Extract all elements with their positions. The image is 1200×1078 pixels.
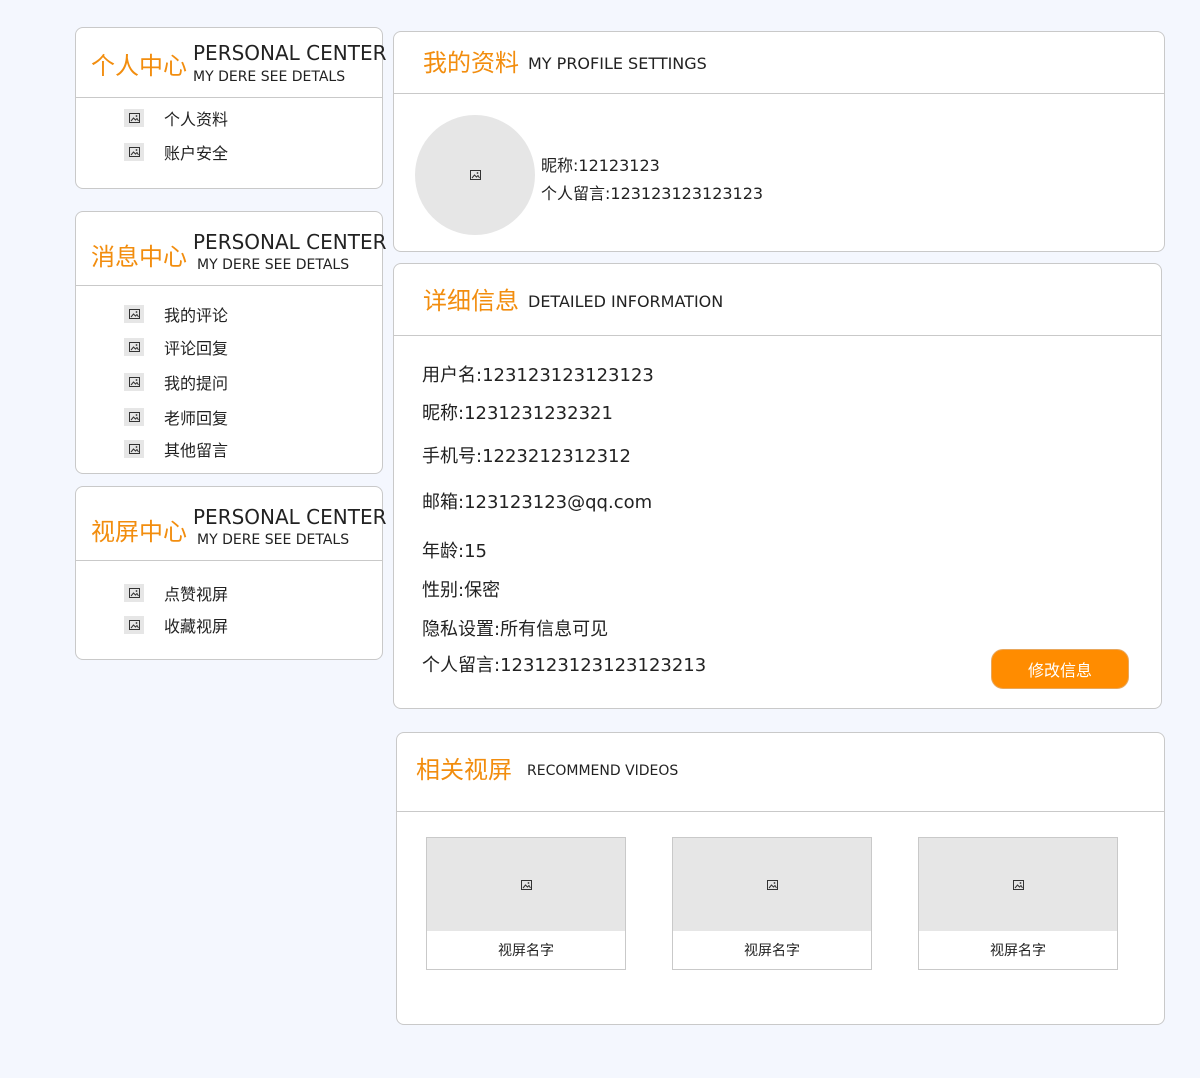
avatar[interactable] (415, 115, 535, 235)
detail-age: 年龄:15 (422, 541, 487, 562)
video-center-header: 视屏中心 PERSONAL CENTER MY DERE SEE DETALS (76, 487, 387, 561)
sidebar-item-label: 其他留言 (164, 441, 229, 460)
sidebar-item-teacher-replies[interactable]: 老师回复 (124, 406, 228, 428)
video-name[interactable]: 视屏名字 (427, 931, 625, 969)
profile-title-en: MY PROFILE SETTINGS (528, 54, 707, 73)
image-icon (766, 879, 778, 890)
video-name[interactable]: 视屏名字 (919, 931, 1117, 969)
message-center-title-en: PERSONAL CENTER (193, 230, 387, 254)
video-name[interactable]: 视屏名字 (673, 931, 871, 969)
video-thumbnail[interactable] (919, 838, 1117, 931)
edit-info-button[interactable]: 修改信息 (991, 649, 1129, 689)
video-center-subtitle: MY DERE SEE DETALS (197, 532, 350, 548)
image-icon (124, 616, 144, 634)
sidebar-item-label: 我的评论 (164, 306, 229, 325)
detail-message: 个人留言:123123123123123213 (422, 655, 707, 676)
detail-phone: 手机号:1223212312312 (422, 446, 631, 467)
sidebar-item-other-messages[interactable]: 其他留言 (124, 438, 228, 460)
image-icon (124, 408, 144, 426)
personal-center-title: 个人中心 (91, 52, 187, 80)
image-icon (124, 373, 144, 391)
sidebar-item-label: 老师回复 (164, 409, 229, 428)
detail-username: 用户名:123123123123123 (422, 365, 654, 386)
sidebar-item-my-questions[interactable]: 我的提问 (124, 371, 228, 393)
sidebar-item-liked-videos[interactable]: 点赞视屏 (124, 582, 228, 604)
personal-center-header: 个人中心 PERSONAL CENTER MY DERE SEE DETALS (76, 28, 387, 98)
image-icon (1012, 879, 1024, 890)
sidebar-item-label: 账户安全 (164, 144, 229, 163)
video-center-title-en: PERSONAL CENTER (193, 505, 387, 529)
video-card[interactable]: 视屏名字 (918, 837, 1118, 970)
personal-center-subtitle: MY DERE SEE DETALS (193, 69, 346, 85)
sidebar-item-favorite-videos[interactable]: 收藏视屏 (124, 614, 228, 636)
video-thumbnail[interactable] (673, 838, 871, 931)
personal-center-title-en: PERSONAL CENTER (193, 41, 387, 65)
recommend-title-en: RECOMMEND VIDEOS (527, 763, 679, 779)
image-icon (469, 170, 481, 180)
sidebar-item-label: 评论回复 (164, 339, 229, 358)
image-icon (124, 143, 144, 161)
recommend-panel: 相关视屏 RECOMMEND VIDEOS 视屏名字 视屏名字 视屏名字 (396, 732, 1165, 1025)
sidebar-item-label: 点赞视屏 (164, 585, 229, 604)
sidebar-item-my-comments[interactable]: 我的评论 (124, 303, 228, 325)
profile-panel: 我的资料 MY PROFILE SETTINGS 昵称:12123123 个人留… (393, 31, 1165, 252)
profile-header: 我的资料 MY PROFILE SETTINGS (394, 32, 1164, 94)
personal-center-panel: 个人中心 PERSONAL CENTER MY DERE SEE DETALS … (75, 27, 387, 189)
message-center-subtitle: MY DERE SEE DETALS (197, 257, 350, 273)
details-header: 详细信息 DETAILED INFORMATION (394, 264, 1161, 336)
image-icon (124, 584, 144, 602)
details-title: 详细信息 (423, 287, 519, 315)
image-icon (124, 109, 144, 127)
details-title-en: DETAILED INFORMATION (528, 292, 724, 311)
detail-email: 邮箱:123123123@qq.com (422, 492, 653, 513)
video-card[interactable]: 视屏名字 (672, 837, 872, 970)
recommend-title: 相关视屏 (416, 756, 512, 784)
detail-gender: 性别:保密 (422, 580, 501, 601)
profile-message: 个人留言:123123123123123 (541, 184, 764, 203)
sidebar-item-label: 我的提问 (164, 374, 229, 393)
message-center-title: 消息中心 (91, 243, 187, 271)
details-panel: 详细信息 DETAILED INFORMATION 用户名:1231231231… (393, 263, 1162, 709)
profile-nickname: 昵称:12123123 (541, 156, 660, 175)
sidebar-item-account-security[interactable]: 账户安全 (124, 141, 228, 163)
video-center-panel: 视屏中心 PERSONAL CENTER MY DERE SEE DETALS … (75, 486, 387, 660)
image-icon (124, 440, 144, 458)
video-center-title: 视屏中心 (91, 518, 187, 546)
video-thumbnail[interactable] (427, 838, 625, 931)
profile-title: 我的资料 (423, 49, 519, 77)
image-icon (124, 338, 144, 356)
image-icon (520, 879, 532, 890)
recommend-header: 相关视屏 RECOMMEND VIDEOS (397, 733, 1164, 812)
sidebar-item-profile[interactable]: 个人资料 (124, 107, 228, 129)
message-center-panel: 消息中心 PERSONAL CENTER MY DERE SEE DETALS … (75, 211, 387, 474)
message-center-header: 消息中心 PERSONAL CENTER MY DERE SEE DETALS (76, 212, 387, 286)
sidebar-item-comment-replies[interactable]: 评论回复 (124, 336, 228, 358)
sidebar-item-label: 收藏视屏 (164, 617, 229, 636)
detail-nickname: 昵称:1231231232321 (422, 403, 613, 424)
video-card[interactable]: 视屏名字 (426, 837, 626, 970)
sidebar-item-label: 个人资料 (164, 110, 229, 129)
image-icon (124, 305, 144, 323)
detail-privacy: 隐私设置:所有信息可见 (422, 619, 609, 640)
